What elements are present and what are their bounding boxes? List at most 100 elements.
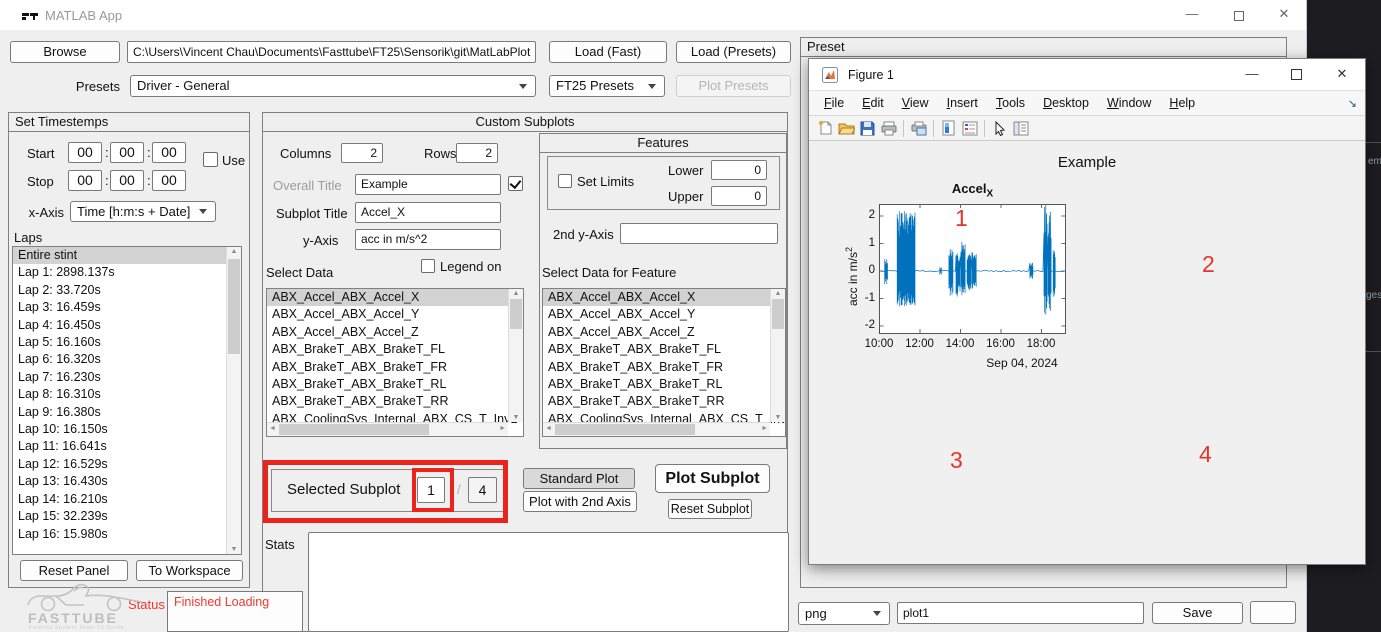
lap-item[interactable]: Lap 8: 16.310s <box>13 386 226 403</box>
new-figure-icon[interactable] <box>815 118 836 138</box>
lap-item[interactable]: Lap 1: 2898.137s <box>13 264 226 281</box>
scrollbar-thumb[interactable] <box>510 299 522 329</box>
scroll-left-icon[interactable]: ◄ <box>269 425 276 432</box>
path-input[interactable]: C:\Users\Vincent Chau\Documents\Fasttube… <box>127 41 536 63</box>
menu-help[interactable]: Help <box>1160 93 1204 113</box>
save-figure-icon[interactable] <box>857 118 878 138</box>
lap-item[interactable]: Lap 16: 15.980s <box>13 526 226 543</box>
data-channel-item[interactable]: ABX_BrakeT_ABX_BrakeT_RR <box>267 393 508 410</box>
subplot-number-field[interactable]: 1 <box>417 477 445 503</box>
data-scrollbar-vertical[interactable]: ▲ ▼ <box>508 289 523 422</box>
lap-item[interactable]: Lap 15: 32.239s <box>13 508 226 525</box>
lap-item[interactable]: Lap 5: 16.160s <box>13 334 226 351</box>
lap-item[interactable]: Lap 6: 16.320s <box>13 351 226 368</box>
dock-arrow-icon[interactable]: ↘ <box>1348 97 1357 110</box>
scroll-up-icon[interactable]: ▲ <box>509 290 523 297</box>
data-channel-item[interactable]: ABX_BrakeT_ABX_BrakeT_RL <box>267 376 508 393</box>
lap-item[interactable]: Entire stint <box>13 247 226 264</box>
scrollbar-thumb[interactable] <box>555 424 695 435</box>
subplot-title-field[interactable]: Accel_X <box>355 202 501 223</box>
partial-button[interactable] <box>1250 601 1296 624</box>
laps-listbox[interactable]: Entire stintLap 1: 2898.137sLap 2: 33.72… <box>12 246 242 555</box>
save-button[interactable]: Save <box>1152 602 1243 624</box>
lap-item[interactable]: Lap 7: 16.230s <box>13 369 226 386</box>
menu-edit[interactable]: Edit <box>853 93 893 113</box>
load-presets-button[interactable]: Load (Presets) <box>676 41 791 63</box>
upper-field[interactable]: 0 <box>711 186 767 206</box>
reset-subplot-button[interactable]: Reset Subplot <box>668 499 752 519</box>
export-format-dropdown[interactable]: png <box>798 602 890 625</box>
export-filename-input[interactable]: plot1 <box>897 602 1144 624</box>
figure-maximize-button[interactable] <box>1279 68 1313 83</box>
figure-minimize-button[interactable]: — <box>1235 66 1269 81</box>
plot-presets-button[interactable]: Plot Presets <box>676 75 791 97</box>
scroll-right-icon[interactable]: ► <box>761 425 768 432</box>
lap-item[interactable]: Lap 11: 16.641s <box>13 438 226 455</box>
scroll-left-icon[interactable]: ◄ <box>545 425 552 432</box>
menu-desktop[interactable]: Desktop <box>1034 93 1098 113</box>
browse-button[interactable]: Browse <box>10 41 120 63</box>
scroll-up-icon[interactable]: ▲ <box>771 290 785 297</box>
feature-scrollbar-horizontal[interactable]: ◄ ► <box>543 422 770 436</box>
insert-colorbar-icon[interactable] <box>938 118 959 138</box>
feature-channel-item[interactable]: ABX_BrakeT_ABX_BrakeT_FR <box>543 359 770 376</box>
set-limits-checkbox[interactable] <box>558 174 572 188</box>
feature-scrollbar-vertical[interactable]: ▲ ▼ <box>770 289 785 422</box>
minimize-button[interactable]: — <box>1178 6 1206 21</box>
start-second-field[interactable]: 00 <box>152 142 186 163</box>
lap-item[interactable]: Lap 2: 33.720s <box>13 282 226 299</box>
laps-scrollbar[interactable]: ▲ ▼ <box>226 247 241 554</box>
lap-item[interactable]: Lap 12: 16.529s <box>13 456 226 473</box>
lap-item[interactable]: Lap 14: 16.210s <box>13 491 226 508</box>
scroll-up-icon[interactable]: ▲ <box>227 248 241 255</box>
data-channel-item[interactable]: ABX_BrakeT_ABX_BrakeT_FL <box>267 341 508 358</box>
menu-insert[interactable]: Insert <box>938 93 987 113</box>
lap-item[interactable]: Lap 10: 16.150s <box>13 421 226 438</box>
to-workspace-button[interactable]: To Workspace <box>136 560 243 581</box>
open-file-icon[interactable] <box>836 118 857 138</box>
xaxis-dropdown[interactable]: Time [h:m:s + Date] <box>70 201 216 222</box>
print-preview-icon[interactable] <box>908 118 929 138</box>
lap-item[interactable]: Lap 3: 16.459s <box>13 299 226 316</box>
stop-minute-field[interactable]: 00 <box>110 170 144 191</box>
feature-channel-item[interactable]: ABX_Accel_ABX_Accel_X <box>543 289 770 306</box>
stop-hour-field[interactable]: 00 <box>68 170 102 191</box>
feature-channel-item[interactable]: ABX_BrakeT_ABX_BrakeT_RR <box>543 393 770 410</box>
ft25-presets-dropdown[interactable]: FT25 Presets <box>549 75 665 97</box>
columns-field[interactable]: 2 <box>341 143 383 163</box>
insert-legend-icon[interactable] <box>959 118 980 138</box>
load-fast-button[interactable]: Load (Fast) <box>549 41 667 63</box>
menu-file[interactable]: File <box>815 93 853 113</box>
legend-checkbox[interactable] <box>421 259 435 273</box>
standard-plot-button[interactable]: Standard Plot <box>523 468 635 489</box>
feature-channel-item[interactable]: ABX_BrakeT_ABX_BrakeT_RL <box>543 376 770 393</box>
use-checkbox[interactable] <box>203 152 218 167</box>
figure-close-button[interactable]: ✕ <box>1325 66 1359 82</box>
start-hour-field[interactable]: 00 <box>68 142 102 163</box>
lap-item[interactable]: Lap 4: 16.450s <box>13 317 226 334</box>
stop-second-field[interactable]: 00 <box>152 170 186 191</box>
close-button[interactable]: ✕ <box>1270 6 1298 22</box>
feature-channel-item[interactable]: ABX_Accel_ABX_Accel_Z <box>543 324 770 341</box>
edit-plot-icon[interactable] <box>989 118 1010 138</box>
lap-item[interactable]: Lap 9: 16.380s <box>13 404 226 421</box>
feature-channel-item[interactable]: ABX_BrakeT_ABX_BrakeT_FL <box>543 341 770 358</box>
stats-textarea[interactable] <box>308 532 789 632</box>
yaxis-field[interactable]: acc in m/s^2 <box>355 229 501 250</box>
maximize-button[interactable] <box>1225 9 1253 24</box>
data-channel-item[interactable]: ABX_BrakeT_ABX_BrakeT_FR <box>267 359 508 376</box>
select-data-feature-listbox[interactable]: ABX_Accel_ABX_Accel_X ABX_Accel_ABX_Accel… <box>542 288 786 437</box>
overall-title-field[interactable]: Example <box>355 174 501 195</box>
data-channel-item[interactable]: ABX_Accel_ABX_Accel_Z <box>267 324 508 341</box>
scrollbar-thumb[interactable] <box>772 299 784 329</box>
data-channel-item[interactable]: ABX_Accel_ABX_Accel_X <box>267 289 508 306</box>
property-inspector-icon[interactable] <box>1010 118 1031 138</box>
plot-with-2nd-axis-button[interactable]: Plot with 2nd Axis <box>523 491 637 512</box>
scrollbar-thumb[interactable] <box>228 259 240 354</box>
lap-item[interactable]: Lap 13: 16.430s <box>13 473 226 490</box>
start-minute-field[interactable]: 00 <box>110 142 144 163</box>
scroll-down-icon[interactable]: ▼ <box>227 546 241 553</box>
print-figure-icon[interactable] <box>878 118 899 138</box>
scroll-down-icon[interactable]: ▼ <box>509 414 523 421</box>
lower-field[interactable]: 0 <box>711 160 767 180</box>
